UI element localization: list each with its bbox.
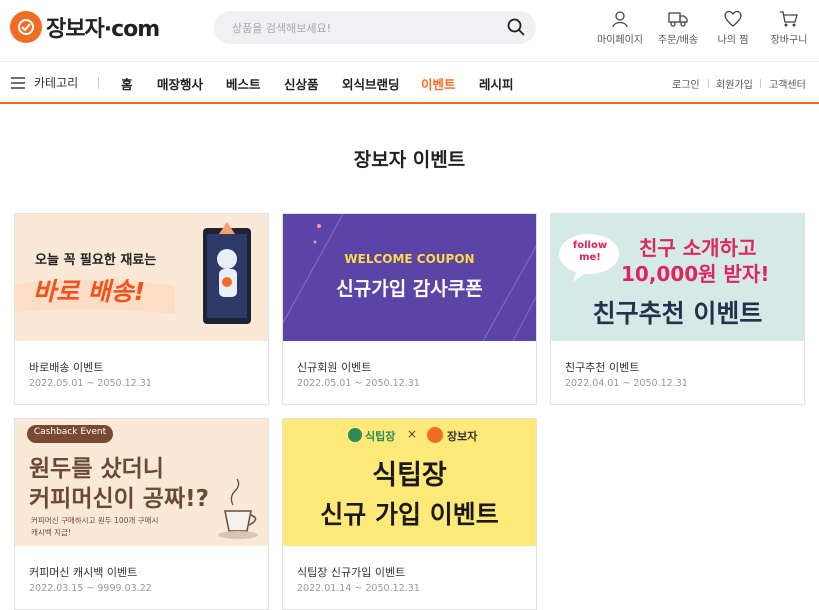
banner-line-2: 신규가입 감사쿠폰 xyxy=(336,278,483,300)
nav-item-dining-brands[interactable]: 외식브랜딩 xyxy=(342,74,400,93)
heart-icon xyxy=(724,10,742,27)
orders-button[interactable]: 주문/배송 xyxy=(648,10,708,46)
banner-line-2: 신규 가입 이벤트 xyxy=(320,500,499,529)
wishlist-button[interactable]: 나의 찜 xyxy=(703,10,763,46)
banner-line-2: 바로 배송! xyxy=(33,277,146,306)
banner-line-3: 친구추천 이벤트 xyxy=(592,299,763,328)
brand-sikdtipjang: 식팁장 xyxy=(365,430,396,443)
banner-line-4: 캐시백 지급! xyxy=(31,528,71,537)
event-banner[interactable]: WELCOME COUPON 신규가입 감사쿠폰 xyxy=(283,214,536,341)
event-banner[interactable]: follow me! 친구 소개하고 10,000원 받자! 친구추천 이벤트 xyxy=(551,214,804,341)
event-banner[interactable]: 식팁장 × 장보자 식팁장 신규 가입 이벤트 xyxy=(283,419,536,546)
search-bar[interactable]: 상품을 검색해보세요! xyxy=(214,11,536,44)
nav-item-events[interactable]: 이벤트 xyxy=(421,74,456,93)
banner-line-1: 오늘 꼭 필요한 재료는 xyxy=(35,253,157,268)
nav-item-recipes[interactable]: 레시피 xyxy=(479,74,514,93)
wishlist-label: 나의 찜 xyxy=(717,35,749,46)
main-nav: 카테고리 홈 매장행사 베스트 신상품 외식브랜딩 이벤트 레시피 로그인 회원… xyxy=(0,61,819,104)
hamburger-icon xyxy=(11,76,25,89)
util-divider xyxy=(760,79,761,88)
cart-label: 장바구니 xyxy=(770,35,808,46)
event-card[interactable]: follow me! 친구 소개하고 10,000원 받자! 친구추천 이벤트 … xyxy=(550,213,805,405)
event-card[interactable]: 오늘 꼭 필요한 재료는 바로 배송! 바로배송 이벤트 2022.05.01 … xyxy=(14,213,269,405)
nav-item-home[interactable]: 홈 xyxy=(121,74,133,93)
event-title[interactable]: 커피머신 캐시백 이벤트 xyxy=(29,564,137,580)
event-date: 2022.03.15 ~ 9999.03.22 xyxy=(29,583,152,594)
util-divider xyxy=(708,79,709,88)
login-link[interactable]: 로그인 xyxy=(672,76,700,91)
brand-x: × xyxy=(407,427,418,441)
cart-icon xyxy=(780,11,798,27)
banner-line-1: 원두를 샀더니 xyxy=(29,456,164,482)
category-label: 카테고리 xyxy=(34,76,79,90)
event-title[interactable]: 친구추천 이벤트 xyxy=(565,359,639,375)
event-card[interactable]: 식팁장 × 장보자 식팁장 신규 가입 이벤트 식팁장 신규가입 이벤트 202… xyxy=(282,418,537,610)
nav-item-best[interactable]: 베스트 xyxy=(226,74,261,93)
event-card[interactable]: WELCOME COUPON 신규가입 감사쿠폰 신규회원 이벤트 2022.0… xyxy=(282,213,537,405)
search-icon[interactable] xyxy=(506,17,526,37)
page-title: 장보자 이벤트 xyxy=(353,149,466,171)
signup-link[interactable]: 회원가입 xyxy=(716,76,753,91)
header: 장보자·com 상품을 검색해보세요! 마이페이지 주문/배송 나의 찜 장바구… xyxy=(0,0,819,60)
banner-line-2: 10,000원 받자! xyxy=(621,262,770,286)
banner-line-1: 친구 소개하고 xyxy=(639,236,757,260)
event-date: 2022.01.14 ~ 2050.12.31 xyxy=(297,583,420,594)
banner-bubble: follow me! xyxy=(572,240,608,263)
event-title[interactable]: 바로배송 이벤트 xyxy=(29,359,103,375)
user-icon xyxy=(612,11,628,28)
event-banner[interactable]: 오늘 꼭 필요한 재료는 바로 배송! xyxy=(15,214,268,341)
truck-icon xyxy=(668,12,688,27)
banner-line-3: 커피머신 구매하시고 원두 100개 구매시 xyxy=(31,516,159,525)
nav-divider xyxy=(98,77,99,89)
nav-item-store-events[interactable]: 매장행사 xyxy=(157,74,203,93)
nav-item-new[interactable]: 신상품 xyxy=(284,74,319,93)
event-date: 2022.04.01 ~ 2050.12.31 xyxy=(565,378,688,389)
mypage-label: 마이페이지 xyxy=(597,35,643,46)
cart-button[interactable]: 장바구니 xyxy=(759,10,819,46)
cashback-tag: Cashback Event xyxy=(33,427,107,437)
event-date: 2022.05.01 ~ 2050.12.31 xyxy=(297,378,420,389)
event-date: 2022.05.01 ~ 2050.12.31 xyxy=(29,378,152,389)
event-banner[interactable]: Cashback Event 원두를 샀더니 커피머신이 공짜!? 커피머신 구… xyxy=(15,419,268,546)
orders-label: 주문/배송 xyxy=(657,35,699,46)
category-menu-button[interactable]: 카테고리 xyxy=(10,74,78,91)
mypage-button[interactable]: 마이페이지 xyxy=(590,10,650,46)
logo-text: 장보자·com xyxy=(46,17,160,42)
logo[interactable]: 장보자·com xyxy=(10,11,160,43)
banner-line-1: 식팁장 xyxy=(372,460,447,491)
logo-mark-icon xyxy=(10,11,42,43)
brand-jangboja: 장보자 xyxy=(447,430,478,443)
event-card[interactable]: Cashback Event 원두를 샀더니 커피머신이 공짜!? 커피머신 구… xyxy=(14,418,269,610)
event-title[interactable]: 식팁장 신규가입 이벤트 xyxy=(297,564,405,580)
banner-line-2: 커피머신이 공짜!? xyxy=(29,486,209,512)
banner-line-1: WELCOME COUPON xyxy=(344,252,475,266)
search-input[interactable]: 상품을 검색해보세요! xyxy=(232,20,331,36)
customer-center-link[interactable]: 고객센터 xyxy=(769,76,806,91)
event-title[interactable]: 신규회원 이벤트 xyxy=(297,359,371,375)
